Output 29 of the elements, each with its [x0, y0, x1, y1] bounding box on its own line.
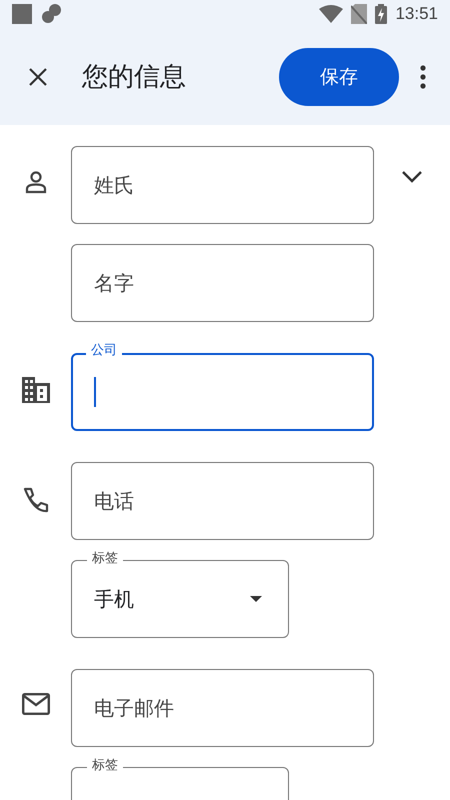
field-label: 公司 [86, 343, 122, 359]
field-placeholder: 名字 [94, 270, 134, 296]
phone-icon [22, 486, 50, 514]
dropdown-value: 手机 [94, 586, 134, 612]
wifi-icon [319, 5, 344, 23]
notification-icon [12, 4, 32, 24]
building-icon [22, 377, 50, 403]
field-label: 标签 [87, 551, 123, 567]
input-field[interactable]: 电子邮件 [71, 669, 374, 747]
more-options-icon[interactable] [420, 64, 426, 88]
input-field[interactable]: 姓氏 [71, 146, 374, 224]
mail-icon [22, 693, 50, 715]
page-title: 您的信息 [82, 61, 187, 94]
battery-charging-icon [375, 4, 388, 24]
input-field[interactable]: 名字 [71, 244, 374, 322]
field-placeholder: 姓氏 [94, 172, 134, 198]
field-placeholder: 电话 [94, 488, 134, 514]
dropdown-arrow-icon [250, 596, 262, 602]
save-button[interactable]: 保存 [279, 48, 399, 106]
notification-icon [40, 4, 64, 24]
person-icon [24, 170, 48, 194]
close-icon[interactable] [28, 66, 48, 86]
input-field[interactable]: 电话 [71, 462, 374, 540]
chevron-icon[interactable] [401, 170, 423, 183]
no-sim-icon [351, 4, 368, 24]
text-cursor [94, 377, 96, 407]
clock-text: 13:51 [395, 4, 438, 24]
field-label: 标签 [87, 758, 123, 774]
field-placeholder: 电子邮件 [94, 694, 174, 722]
